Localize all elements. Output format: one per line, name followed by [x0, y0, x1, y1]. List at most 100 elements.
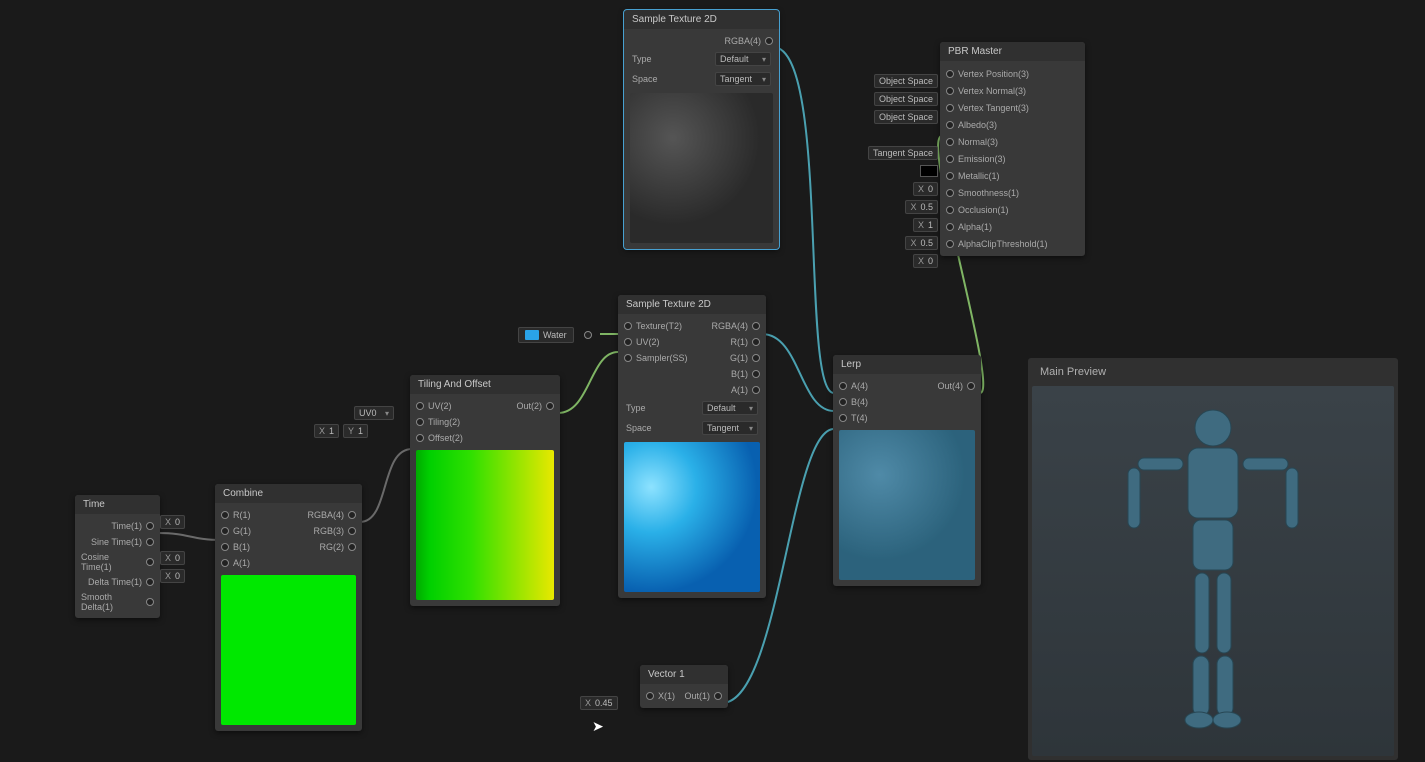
val: 0.5 — [920, 238, 933, 248]
node-tiling-offset[interactable]: Tiling And Offset UV(2) Out(2) Tiling(2)… — [410, 375, 560, 606]
node-time[interactable]: Time Time(1) Sine Time(1) Cosine Time(1)… — [75, 495, 160, 618]
space-dropdown[interactable]: Tangent — [715, 72, 771, 86]
preview-viewport[interactable] — [1032, 386, 1394, 756]
value-pill[interactable]: X0 — [913, 182, 938, 196]
tiling-preview — [416, 450, 554, 600]
val: 1 — [329, 426, 334, 436]
type-dropdown[interactable]: Default — [715, 52, 771, 66]
node-title: Time — [75, 495, 160, 514]
port[interactable] — [946, 189, 954, 197]
port[interactable] — [221, 527, 229, 535]
port[interactable] — [752, 386, 760, 394]
port[interactable] — [416, 418, 424, 426]
space-pill[interactable]: Object Space — [874, 74, 938, 88]
port[interactable] — [546, 402, 554, 410]
node-vector1[interactable]: Vector 1 X(1) Out(1) — [640, 665, 728, 708]
pbr-label: AlphaClipThreshold(1) — [958, 239, 1048, 249]
port[interactable] — [584, 331, 592, 339]
node-pbr-master[interactable]: PBR Master Vertex Position(3) Vertex Norm… — [940, 42, 1085, 256]
cursor-icon: ➤ — [592, 718, 604, 735]
port-out: Out(2) — [516, 401, 542, 411]
main-preview-panel[interactable]: Main Preview — [1028, 358, 1398, 760]
port[interactable] — [146, 598, 154, 606]
tiling-uv-dropdown[interactable]: UV0 — [354, 406, 394, 420]
port[interactable] — [946, 87, 954, 95]
port[interactable] — [146, 538, 154, 546]
param-type-label: Type — [626, 403, 646, 413]
port[interactable] — [752, 354, 760, 362]
emission-swatch[interactable] — [920, 165, 938, 177]
port[interactable] — [146, 522, 154, 530]
port-time: Time(1) — [111, 521, 142, 531]
pbr-label: Vertex Position(3) — [958, 69, 1029, 79]
port[interactable] — [221, 511, 229, 519]
pbr-input-row: Albedo(3) — [940, 116, 1085, 133]
port[interactable] — [348, 527, 356, 535]
port[interactable] — [946, 206, 954, 214]
port[interactable] — [221, 559, 229, 567]
port[interactable] — [946, 70, 954, 78]
space-pill[interactable]: Object Space — [874, 110, 938, 124]
port[interactable] — [416, 402, 424, 410]
value-pill[interactable]: X0 — [913, 254, 938, 268]
port-sampler: Sampler(SS) — [636, 353, 688, 363]
type-dropdown[interactable]: Default — [702, 401, 758, 415]
val: 0 — [928, 184, 933, 194]
val: 0 — [175, 571, 180, 581]
port[interactable] — [967, 382, 975, 390]
port[interactable] — [646, 692, 654, 700]
port-rgba: RGBA(4) — [711, 321, 748, 331]
port[interactable] — [946, 104, 954, 112]
port[interactable] — [416, 434, 424, 442]
pbr-input-row: Vertex Tangent(3) — [940, 99, 1085, 116]
port[interactable] — [752, 370, 760, 378]
node-combine[interactable]: Combine R(1) RGBA(4) G(1) RGB(3) B(1) RG… — [215, 484, 362, 731]
node-sample-texture-1[interactable]: Sample Texture 2D RGBA(4) TypeDefault Sp… — [624, 10, 779, 249]
space-pill[interactable]: Object Space — [874, 92, 938, 106]
port[interactable] — [765, 37, 773, 45]
node-title: Sample Texture 2D — [624, 10, 779, 29]
port[interactable] — [946, 223, 954, 231]
robot-preview — [1103, 398, 1323, 738]
port[interactable] — [624, 322, 632, 330]
port[interactable] — [624, 338, 632, 346]
combine-r-input-field[interactable]: X0 — [160, 515, 185, 529]
space-dropdown[interactable]: Tangent — [702, 421, 758, 435]
water-property-node[interactable]: Water — [518, 327, 592, 343]
port[interactable] — [348, 511, 356, 519]
port[interactable] — [946, 155, 954, 163]
node-sample-texture-2[interactable]: Sample Texture 2D Texture(T2) RGBA(4) UV… — [618, 295, 766, 598]
port-b: B(4) — [851, 397, 868, 407]
preview-title: Main Preview — [1028, 358, 1398, 386]
pbr-label: Emission(3) — [958, 154, 1006, 164]
pbr-label: Occlusion(1) — [958, 205, 1009, 215]
port[interactable] — [946, 121, 954, 129]
pbr-input-row: Vertex Normal(3) — [940, 82, 1085, 99]
port[interactable] — [624, 354, 632, 362]
port[interactable] — [752, 322, 760, 330]
port[interactable] — [839, 414, 847, 422]
pbr-input-row: Alpha(1) — [940, 218, 1085, 235]
tiling-xy-fields[interactable]: X1 Y1 — [314, 424, 368, 438]
port[interactable] — [714, 692, 722, 700]
port[interactable] — [946, 240, 954, 248]
combine-a-input-field[interactable]: X0 — [160, 569, 185, 583]
pbr-input-row: Normal(3) — [940, 133, 1085, 150]
node-title: PBR Master — [940, 42, 1085, 61]
port[interactable] — [146, 578, 154, 586]
port[interactable] — [839, 398, 847, 406]
vector1-input-field[interactable]: X0.45 — [580, 696, 618, 710]
combine-b-input-field[interactable]: X0 — [160, 551, 185, 565]
port[interactable] — [752, 338, 760, 346]
port[interactable] — [839, 382, 847, 390]
node-lerp[interactable]: Lerp A(4) Out(4) B(4) T(4) — [833, 355, 981, 586]
port[interactable] — [348, 543, 356, 551]
space-pill[interactable]: Tangent Space — [868, 146, 938, 160]
value-pill[interactable]: X0.5 — [905, 200, 938, 214]
port[interactable] — [946, 138, 954, 146]
port[interactable] — [946, 172, 954, 180]
port[interactable] — [146, 558, 154, 566]
value-pill[interactable]: X0.5 — [905, 236, 938, 250]
port[interactable] — [221, 543, 229, 551]
value-pill[interactable]: X1 — [913, 218, 938, 232]
